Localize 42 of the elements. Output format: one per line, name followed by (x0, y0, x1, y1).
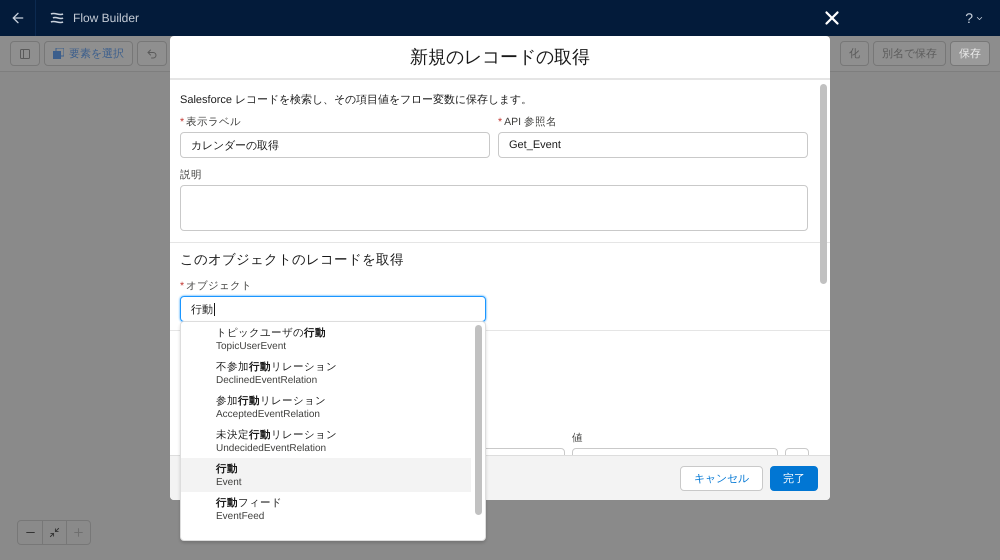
dropdown-item[interactable]: トピックユーザの行動 TopicUserEvent (181, 322, 471, 356)
flow-logo-icon (49, 11, 65, 25)
item-api-name: TopicUserEvent (216, 340, 286, 353)
description-text: Salesforce レコードを検索し、その項目値をフロー変数に保存します。 (180, 92, 534, 107)
item-api-name: Event (216, 476, 242, 489)
scrollbar[interactable] (820, 84, 827, 284)
required-mark: * (180, 116, 184, 128)
field-label: 説明 (180, 169, 202, 181)
item-label: 参加行動リレーション (216, 395, 326, 408)
help-menu[interactable]: ? (965, 10, 984, 26)
field-label: 表示ラベル (186, 116, 242, 128)
item-label: 行動 (216, 463, 238, 476)
dialog-title: 新規のレコードの取得 (170, 36, 830, 80)
undo-icon (146, 48, 158, 60)
item-api-name: EventFeed (216, 510, 264, 523)
field-label: オブジェクト (186, 280, 252, 292)
item-api-name: UndecidedEventRelation (216, 442, 326, 455)
shrink-arrows-icon (49, 527, 60, 538)
done-button[interactable]: 完了 (770, 466, 818, 490)
section-title: このオブジェクトのレコードを取得 (180, 251, 405, 269)
dropdown-item[interactable]: 行動 Event (181, 458, 471, 492)
description-field[interactable] (180, 185, 808, 231)
required-mark: * (498, 116, 502, 128)
text-field[interactable]: Get_Event (498, 132, 808, 158)
cancel-button[interactable]: キャンセル (680, 466, 763, 490)
panel-toggle-button[interactable] (10, 41, 40, 66)
item-label: 不参加行動リレーション (216, 361, 337, 374)
item-label: 未決定行動リレーション (216, 429, 337, 442)
item-label: トピックユーザの行動 (216, 327, 326, 340)
required-mark: * (180, 280, 184, 292)
item-api-name: DeclinedEventRelation (216, 374, 318, 387)
field-label: 値 (572, 431, 584, 445)
panel-icon (19, 48, 31, 60)
item-label: 行動フィード (216, 497, 282, 510)
undo-button[interactable] (137, 41, 167, 66)
field-label: API 参照名 (504, 116, 557, 128)
scrollbar[interactable] (475, 325, 482, 515)
item-api-name: AcceptedEventRelation (216, 408, 320, 421)
plus-icon (72, 526, 85, 539)
stacked-squares-icon (53, 48, 64, 59)
app-title: Flow Builder (73, 11, 140, 25)
text-field[interactable]: カレンダーの取得 (180, 132, 490, 158)
